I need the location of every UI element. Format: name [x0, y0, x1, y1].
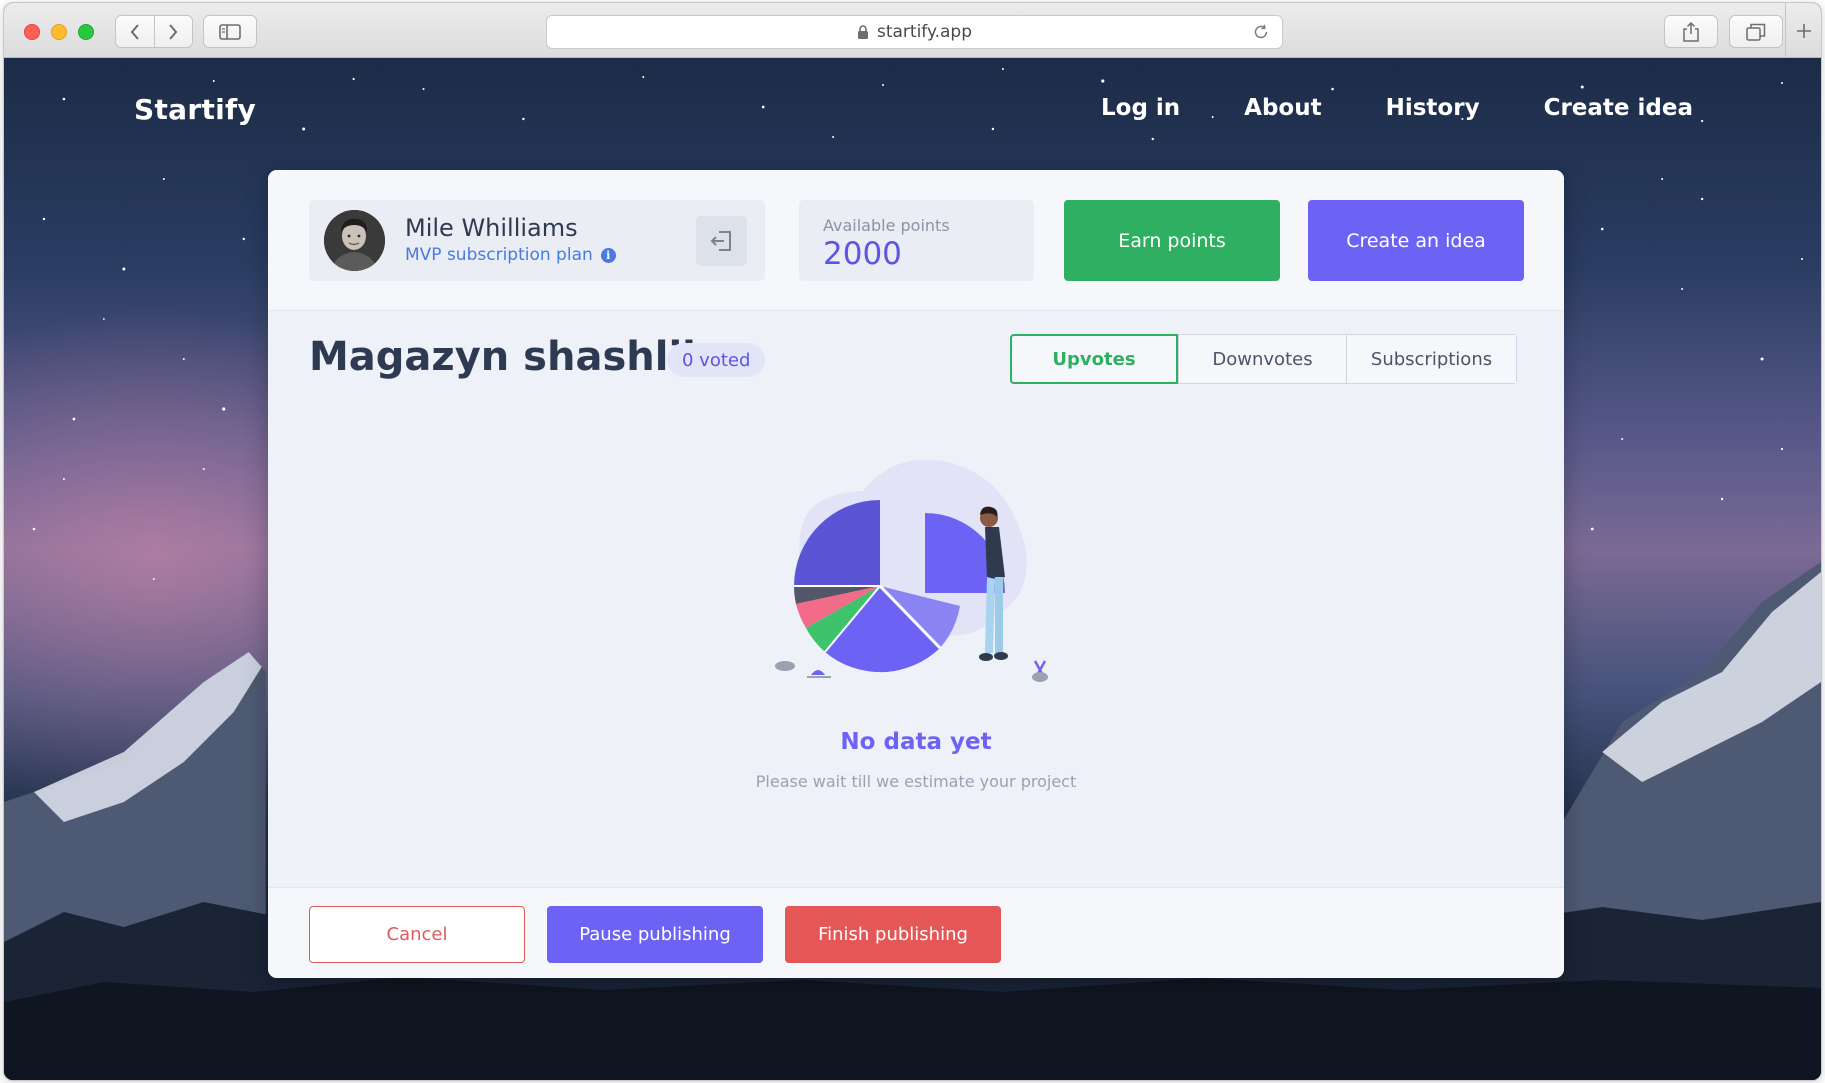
sidebar-toggle-button[interactable] — [203, 15, 257, 48]
zoom-window-button[interactable] — [78, 24, 94, 40]
finish-publishing-button[interactable]: Finish publishing — [785, 906, 1001, 963]
empty-state-title: No data yet — [840, 729, 992, 755]
empty-state-illustration — [775, 459, 1048, 682]
share-icon — [1683, 21, 1699, 42]
subscription-plan-label: MVP subscription plan — [405, 245, 593, 265]
logout-button[interactable] — [696, 216, 747, 266]
card-footer: Cancel Pause publishing Finish publishin… — [268, 887, 1564, 978]
earn-points-button[interactable]: Earn points — [1064, 200, 1280, 281]
back-button[interactable] — [116, 16, 154, 47]
cancel-button[interactable]: Cancel — [309, 906, 525, 963]
nav-about-link[interactable]: About — [1244, 95, 1321, 121]
new-tab-button[interactable] — [1785, 3, 1821, 58]
close-window-button[interactable] — [24, 24, 40, 40]
tab-subscriptions[interactable]: Subscriptions — [1346, 335, 1516, 383]
browser-toolbar: startify.app — [4, 3, 1821, 58]
stats-tabs: Upvotes Downvotes Subscriptions — [1010, 334, 1517, 384]
minimize-window-button[interactable] — [51, 24, 67, 40]
url-text: startify.app — [876, 22, 973, 42]
profile-name: Mile Whilliams — [405, 214, 578, 242]
sidebar-icon — [219, 23, 241, 40]
tabs-icon — [1746, 23, 1766, 41]
plus-icon — [1796, 23, 1811, 38]
browser-window: startify.app Startify Log in About Histo… — [3, 2, 1822, 1081]
forward-button[interactable] — [153, 16, 193, 47]
card-header: Mile Whilliams MVP subscription plan i A… — [268, 170, 1564, 311]
page-background: Startify Log in About History Create ide… — [4, 59, 1821, 1080]
nav-history-link[interactable]: History — [1386, 95, 1480, 121]
points-label: Available points — [823, 216, 950, 235]
nav-create-idea-link[interactable]: Create idea — [1544, 95, 1693, 121]
nav-login-link[interactable]: Log in — [1101, 95, 1180, 121]
chevron-left-icon — [130, 23, 139, 40]
avatar — [324, 210, 385, 271]
voted-badge: 0 voted — [667, 343, 766, 377]
history-nav-group — [115, 15, 193, 48]
points-value: 2000 — [823, 236, 902, 272]
tabs-overview-button[interactable] — [1729, 15, 1783, 48]
points-panel: Available points 2000 — [799, 200, 1034, 281]
site-nav: Log in About History Create idea — [1037, 95, 1693, 121]
info-icon[interactable]: i — [600, 247, 616, 263]
logout-icon — [710, 231, 731, 251]
reload-icon[interactable] — [1252, 23, 1270, 41]
idea-card: Mile Whilliams MVP subscription plan i A… — [268, 170, 1564, 978]
tab-downvotes[interactable]: Downvotes — [1178, 335, 1346, 383]
address-bar[interactable]: startify.app — [546, 15, 1283, 49]
chevron-right-icon — [169, 23, 178, 40]
pause-publishing-button[interactable]: Pause publishing — [547, 906, 763, 963]
lock-icon — [857, 24, 869, 40]
tab-upvotes[interactable]: Upvotes — [1010, 334, 1178, 384]
subscription-plan-link[interactable]: MVP subscription plan i — [405, 245, 616, 265]
profile-panel: Mile Whilliams MVP subscription plan i — [309, 200, 765, 281]
site-logo[interactable]: Startify — [134, 93, 256, 126]
empty-state-subtitle: Please wait till we estimate your projec… — [755, 772, 1077, 791]
create-idea-button[interactable]: Create an idea — [1308, 200, 1524, 281]
share-button[interactable] — [1664, 15, 1718, 48]
